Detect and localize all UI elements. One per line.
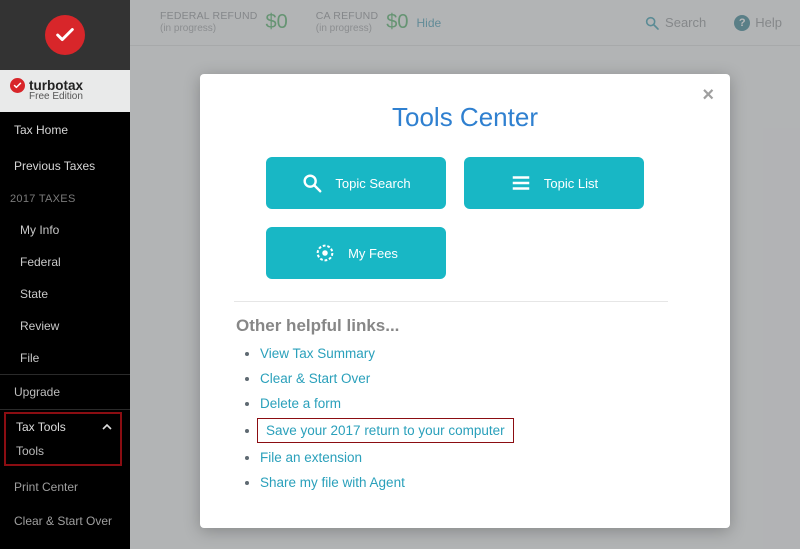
brand-block: turbotax Free Edition [0,70,130,112]
menu-icon [510,172,532,194]
other-links-list: View Tax Summary Clear & Start Over Dele… [234,346,696,490]
nav-tax-tools-label: Tax Tools [16,420,66,434]
nav-state[interactable]: State [0,278,130,310]
app-logo-box [0,0,130,70]
link-save-return-highlight: Save your 2017 return to your computer [260,421,511,440]
nav-upgrade[interactable]: Upgrade [0,374,130,410]
link-view-tax-summary[interactable]: View Tax Summary [260,346,696,361]
nav-tax-tools[interactable]: Tax Tools [2,410,124,440]
main: FEDERAL REFUND (in progress) $0 CA REFUN… [130,0,800,549]
nav-federal[interactable]: Federal [0,246,130,278]
nav-my-info[interactable]: My Info [0,214,130,246]
fees-icon [314,242,336,264]
link-delete-form[interactable]: Delete a form [260,396,696,411]
nav-previous-taxes[interactable]: Previous Taxes [0,148,130,184]
other-links-heading: Other helpful links... [236,316,696,336]
nav-tools[interactable]: Tools [2,440,124,468]
divider [234,301,668,302]
chevron-up-icon [102,422,112,432]
close-icon: × [702,84,714,106]
nav-review[interactable]: Review [0,310,130,342]
topic-search-button[interactable]: Topic Search [266,157,446,209]
nav-file[interactable]: File [0,342,130,374]
nav-section-2017: 2017 TAXES [0,184,130,214]
sidebar: turbotax Free Edition Tax Home Previous … [0,0,130,549]
nav-tax-home[interactable]: Tax Home [0,112,130,148]
topic-list-label: Topic List [544,176,598,191]
check-circle-icon [45,15,85,55]
topic-list-button[interactable]: Topic List [464,157,644,209]
nav-tax-tools-group-highlight: Tax Tools Tools [2,410,124,468]
brand-sub: Free Edition [10,91,83,102]
app-root: turbotax Free Edition Tax Home Previous … [0,0,800,549]
link-save-return[interactable]: Save your 2017 return to your computer [260,421,696,440]
tools-center-modal: × Tools Center Topic Search Topic [200,74,730,528]
nav-print-center[interactable]: Print Center [0,470,130,504]
modal-title: Tools Center [234,102,696,133]
modal-close-button[interactable]: × [702,84,714,107]
link-clear-start-over[interactable]: Clear & Start Over [260,371,696,386]
tools-button-grid: Topic Search Topic List My Fees [234,157,696,297]
search-icon [301,172,323,194]
modal-overlay: × Tools Center Topic Search Topic [130,0,800,549]
my-fees-label: My Fees [348,246,398,261]
link-file-extension[interactable]: File an extension [260,450,696,465]
link-share-with-agent[interactable]: Share my file with Agent [260,475,696,490]
topic-search-label: Topic Search [335,176,410,191]
nav-clear-start-over[interactable]: Clear & Start Over [0,504,130,538]
my-fees-button[interactable]: My Fees [266,227,446,279]
